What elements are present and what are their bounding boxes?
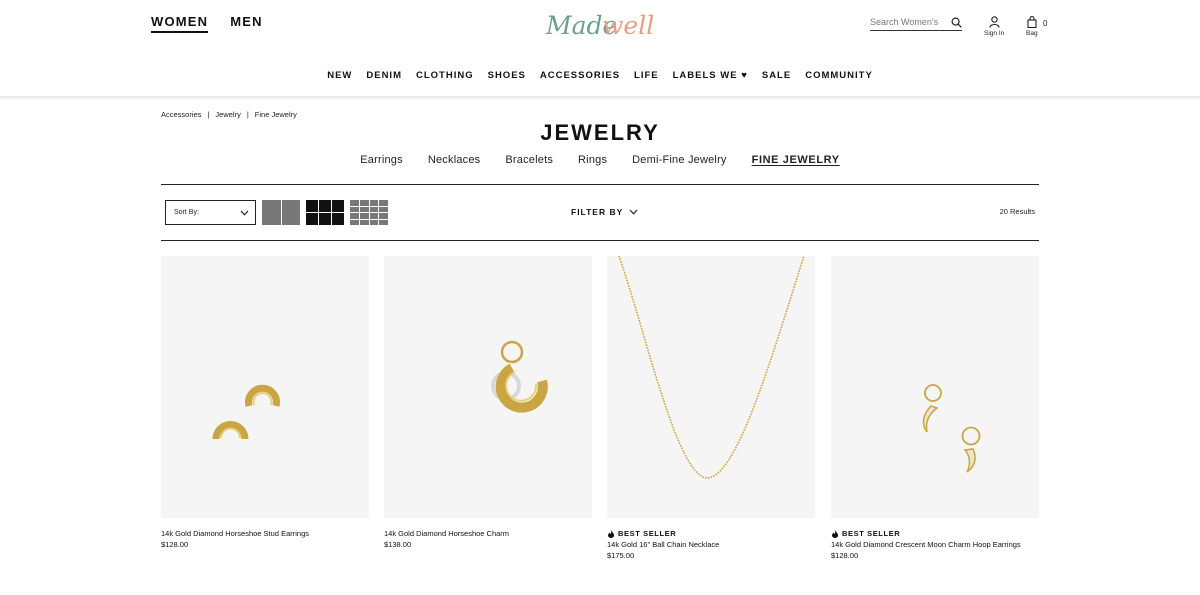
breadcrumb-accessories[interactable]: Accessories <box>161 110 201 119</box>
subnav-necklaces[interactable]: Necklaces <box>428 154 481 166</box>
subnav-fine-jewelry[interactable]: FINE JEWELRY <box>752 154 840 166</box>
nav-new[interactable]: NEW <box>327 70 352 81</box>
crescent-moon-earrings-image <box>922 384 981 473</box>
breadcrumb-separator: | <box>207 110 210 119</box>
product-meta: BEST SELLER 14k Gold 16" Ball Chain Neck… <box>607 528 815 561</box>
product-meta: BEST SELLER 14k Gold Diamond Crescent Mo… <box>831 528 1039 561</box>
product-name[interactable]: 14k Gold Diamond Horseshoe Stud Earrings <box>161 528 369 539</box>
flame-icon <box>832 529 838 538</box>
bag-label: Bag <box>1026 30 1038 37</box>
product-price: $175.00 <box>607 551 635 560</box>
gender-nav: WOMEN MEN <box>151 14 263 33</box>
product-name[interactable]: 14k Gold Diamond Crescent Moon Charm Hoo… <box>831 539 1039 550</box>
main-nav: NEW DENIM CLOTHING SHOES ACCESSORIES LIF… <box>0 70 1200 81</box>
category-subnav: Earrings Necklaces Bracelets Rings Demi-… <box>0 154 1200 166</box>
sign-in-label: Sign In <box>984 30 1005 37</box>
horseshoe-charm-image <box>491 340 548 413</box>
women-link[interactable]: WOMEN <box>151 14 209 33</box>
breadcrumb: Accessories | Jewelry | Fine Jewelry <box>161 110 297 119</box>
header-divider <box>0 96 1200 100</box>
results-count: 20 Results <box>999 207 1035 216</box>
product-card[interactable]: BEST SELLER 14k Gold 16" Ball Chain Neck… <box>607 256 815 561</box>
chevron-down-icon <box>629 209 638 215</box>
product-image[interactable] <box>831 256 1039 518</box>
product-card[interactable]: 14k Gold Diamond Horseshoe Charm $138.00 <box>384 256 592 550</box>
product-meta: 14k Gold Diamond Horseshoe Stud Earrings… <box>161 528 369 550</box>
nav-labels-we-love[interactable]: LABELS WE ♥ <box>673 70 748 81</box>
search-box <box>870 14 962 31</box>
sign-in-button[interactable]: Sign In <box>984 16 1004 37</box>
logo-wordmark: Made well <box>545 11 654 40</box>
horseshoe-earrings-image <box>212 384 280 440</box>
svg-text:well: well <box>602 11 654 40</box>
toolbar-top-divider <box>161 184 1039 185</box>
toolbar-bottom-divider <box>161 240 1039 241</box>
subnav-earrings[interactable]: Earrings <box>360 154 403 166</box>
badge-label: BEST SELLER <box>618 529 677 538</box>
subnav-bracelets[interactable]: Bracelets <box>505 154 553 166</box>
filter-label: FILTER BY <box>571 207 624 217</box>
nav-community[interactable]: COMMUNITY <box>805 70 873 81</box>
flame-icon <box>608 529 614 538</box>
product-price: $128.00 <box>831 551 859 560</box>
nav-sale[interactable]: SALE <box>762 70 791 81</box>
page-title: JEWELRY <box>540 120 660 145</box>
user-icon <box>989 16 1000 28</box>
nav-accessories[interactable]: ACCESSORIES <box>540 70 620 81</box>
search-input[interactable] <box>870 17 948 27</box>
product-image[interactable] <box>384 256 592 518</box>
product-name[interactable]: 14k Gold Diamond Horseshoe Charm <box>384 528 592 539</box>
product-price: $128.00 <box>161 540 189 549</box>
breadcrumb-fine-jewelry[interactable]: Fine Jewelry <box>255 110 297 119</box>
product-price: $138.00 <box>384 540 412 549</box>
product-card[interactable]: BEST SELLER 14k Gold Diamond Crescent Mo… <box>831 256 1039 561</box>
search-icon[interactable] <box>951 17 962 28</box>
nav-denim[interactable]: DENIM <box>366 70 402 81</box>
product-image[interactable] <box>607 256 815 518</box>
grid-view-2-button[interactable] <box>262 200 300 225</box>
bag-button[interactable]: Bag <box>1026 16 1038 37</box>
badge-label: BEST SELLER <box>842 529 901 538</box>
men-link[interactable]: MEN <box>230 14 263 33</box>
sort-dropdown[interactable]: Sort By: <box>165 200 256 225</box>
breadcrumb-separator: | <box>246 110 249 119</box>
filter-by-button[interactable]: FILTER BY <box>571 207 638 217</box>
nav-clothing[interactable]: CLOTHING <box>416 70 474 81</box>
product-card[interactable]: 14k Gold Diamond Horseshoe Stud Earrings… <box>161 256 369 550</box>
grid-view-4-button[interactable] <box>350 200 388 225</box>
bag-count: 0 <box>1043 19 1048 28</box>
bag-icon <box>1027 16 1037 28</box>
product-name[interactable]: 14k Gold 16" Ball Chain Necklace <box>607 539 815 550</box>
best-seller-badge: BEST SELLER <box>607 528 815 539</box>
product-meta: 14k Gold Diamond Horseshoe Charm $138.00 <box>384 528 592 550</box>
madewell-logo[interactable]: Made well <box>542 8 658 44</box>
best-seller-badge: BEST SELLER <box>831 528 1039 539</box>
nav-shoes[interactable]: SHOES <box>488 70 526 81</box>
chevron-down-icon <box>240 210 249 216</box>
product-image[interactable] <box>161 256 369 518</box>
breadcrumb-jewelry[interactable]: Jewelry <box>215 110 240 119</box>
ball-chain-necklace-image <box>618 256 805 479</box>
grid-view-3-button[interactable] <box>306 200 344 225</box>
sort-label: Sort By: <box>174 209 199 216</box>
subnav-demi-fine-jewelry[interactable]: Demi-Fine Jewelry <box>632 154 726 166</box>
nav-life[interactable]: LIFE <box>634 70 659 81</box>
subnav-rings[interactable]: Rings <box>578 154 607 166</box>
